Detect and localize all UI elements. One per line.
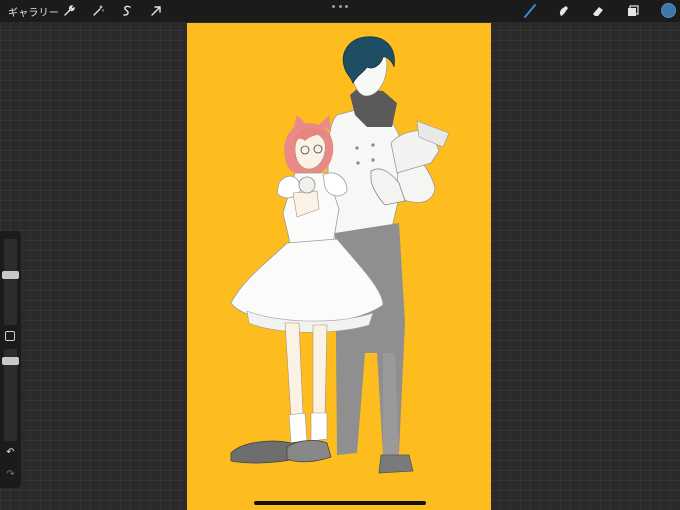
brush-size-slider[interactable]: [4, 239, 17, 325]
transform-arrow-icon[interactable]: [148, 3, 164, 19]
gallery-button[interactable]: ギャラリー: [8, 4, 59, 19]
layers-icon[interactable]: [625, 3, 641, 19]
illustration: [230, 36, 450, 474]
modify-button[interactable]: [5, 331, 15, 341]
brush-size-handle[interactable]: [2, 271, 19, 279]
top-toolbar: ギャラリー: [0, 0, 680, 22]
opacity-handle[interactable]: [2, 357, 19, 365]
eraser-icon[interactable]: [590, 3, 606, 19]
magic-wand-icon[interactable]: [90, 3, 106, 19]
drawing-canvas[interactable]: [187, 23, 491, 510]
selection-icon[interactable]: [119, 3, 135, 19]
redo-icon[interactable]: ↷: [2, 467, 19, 481]
color-picker-swatch[interactable]: [661, 3, 676, 18]
home-indicator: [254, 501, 426, 505]
brush-icon[interactable]: [522, 3, 538, 19]
sidebar: ↶ ↷: [0, 231, 21, 488]
more-dots-icon[interactable]: [332, 1, 348, 11]
smudge-icon[interactable]: [555, 3, 571, 19]
undo-icon[interactable]: ↶: [2, 445, 19, 459]
wrench-icon[interactable]: [61, 3, 77, 19]
